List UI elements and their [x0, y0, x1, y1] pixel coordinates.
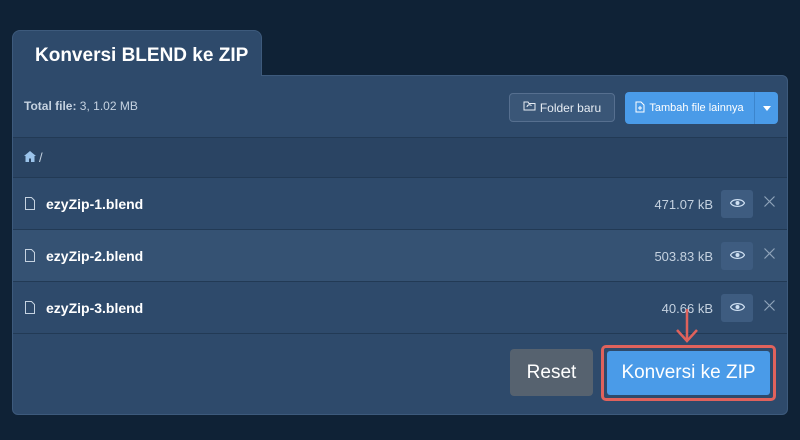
- eye-icon: [729, 247, 745, 265]
- file-size: 471.07 kB: [654, 197, 713, 212]
- close-icon: [763, 246, 775, 264]
- total-files: Total file: 3, 1.02 MB: [24, 99, 138, 113]
- file-row: ezyZip-1.blend 471.07 kB: [13, 178, 787, 230]
- action-footer: Reset Konversi ke ZIP: [13, 334, 787, 414]
- file-row: ezyZip-2.blend 503.83 kB: [13, 230, 787, 282]
- arrow-down-icon: [675, 308, 699, 349]
- file-size: 503.83 kB: [654, 249, 713, 264]
- file-icon: [25, 197, 35, 215]
- add-files-dropdown[interactable]: [754, 92, 778, 124]
- reset-button[interactable]: Reset: [510, 349, 593, 396]
- convert-to-zip-button[interactable]: Konversi ke ZIP: [607, 351, 770, 395]
- file-row: ezyZip-3.blend 40.66 kB: [13, 282, 787, 334]
- file-name: ezyZip-3.blend: [46, 300, 144, 316]
- close-icon: [763, 194, 775, 212]
- preview-button[interactable]: [721, 242, 753, 270]
- remove-file-button[interactable]: [761, 195, 777, 211]
- total-value: 3, 1.02 MB: [79, 99, 138, 113]
- add-files-label: Tambah file lainnya: [649, 102, 744, 114]
- breadcrumb-separator: /: [39, 150, 43, 165]
- toolbar: Total file: 3, 1.02 MB Folder baru Tamba…: [13, 76, 787, 138]
- eye-icon: [729, 195, 745, 213]
- file-name: ezyZip-1.blend: [46, 196, 144, 212]
- preview-button[interactable]: [721, 190, 753, 218]
- folder-refresh-icon: [523, 100, 536, 115]
- caret-down-icon: [762, 102, 771, 114]
- file-icon: [25, 249, 35, 267]
- file-plus-icon: [635, 101, 645, 116]
- convert-highlight: Konversi ke ZIP: [601, 345, 776, 401]
- remove-file-button[interactable]: [761, 247, 777, 263]
- home-icon[interactable]: [24, 150, 36, 165]
- file-panel: Total file: 3, 1.02 MB Folder baru Tamba…: [12, 75, 788, 415]
- preview-button[interactable]: [721, 294, 753, 322]
- total-label: Total file:: [24, 99, 77, 113]
- breadcrumb: /: [13, 138, 787, 178]
- file-name: ezyZip-2.blend: [46, 248, 144, 264]
- remove-file-button[interactable]: [761, 299, 777, 315]
- page-title: Konversi BLEND ke ZIP: [12, 30, 262, 76]
- eye-icon: [729, 299, 745, 317]
- file-icon: [25, 301, 35, 319]
- new-folder-button[interactable]: Folder baru: [509, 93, 615, 122]
- close-icon: [763, 298, 775, 316]
- add-files-main[interactable]: Tambah file lainnya: [625, 92, 754, 124]
- add-files-button[interactable]: Tambah file lainnya: [625, 92, 778, 124]
- new-folder-label: Folder baru: [539, 100, 602, 115]
